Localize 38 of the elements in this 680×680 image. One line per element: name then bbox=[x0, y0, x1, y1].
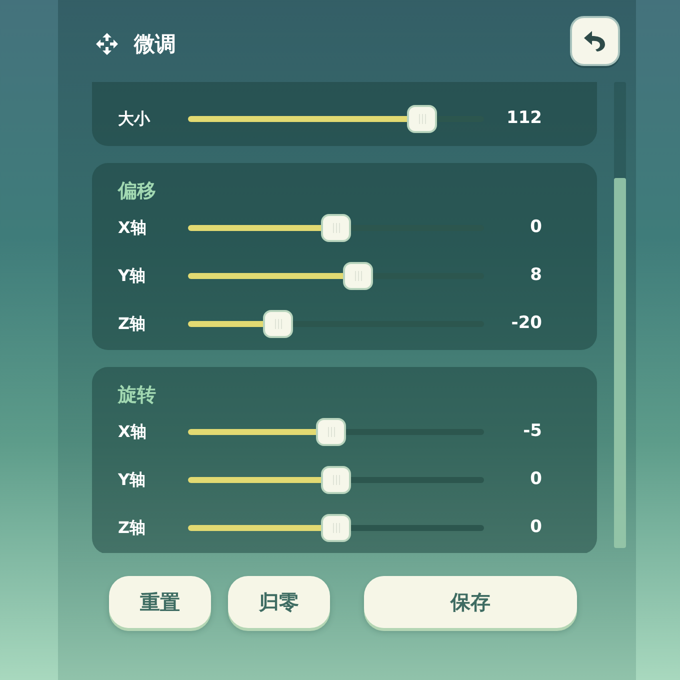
slider-track[interactable] bbox=[188, 104, 484, 134]
undo-arrow-icon bbox=[583, 30, 607, 52]
slider-thumb[interactable] bbox=[262, 310, 293, 338]
slider-value: 0 bbox=[529, 216, 542, 240]
slider-track[interactable] bbox=[188, 513, 484, 543]
action-button[interactable]: 保存 bbox=[364, 576, 577, 628]
slider-track[interactable] bbox=[188, 417, 484, 447]
move-arrows-icon bbox=[96, 33, 118, 55]
slider-value: -5 bbox=[522, 420, 542, 444]
slider-value: 112 bbox=[506, 107, 542, 130]
slider-label: X轴 bbox=[118, 217, 148, 239]
slider-label: X轴 bbox=[118, 421, 148, 443]
slider-thumb[interactable] bbox=[321, 466, 351, 494]
slider-thumb[interactable] bbox=[321, 214, 351, 242]
slider-thumb[interactable] bbox=[342, 262, 373, 290]
slider-label: Z轴 bbox=[118, 517, 147, 539]
slider-track[interactable] bbox=[188, 261, 484, 291]
slider-label: Z轴 bbox=[118, 313, 147, 335]
slider-label: 大小 bbox=[118, 108, 152, 130]
slider-label: Y轴 bbox=[118, 265, 147, 287]
slider-value: -20 bbox=[510, 312, 542, 336]
panel-title: 微调 bbox=[134, 34, 176, 54]
slider-value: 0 bbox=[529, 468, 542, 492]
slider-value: 8 bbox=[529, 264, 542, 288]
action-button[interactable]: 归零 bbox=[228, 576, 330, 628]
slider-track[interactable] bbox=[188, 465, 484, 495]
slider-value: 0 bbox=[529, 516, 542, 540]
section-title: 旋转 bbox=[118, 383, 157, 408]
slider-track[interactable] bbox=[188, 213, 484, 243]
slider-label: Y轴 bbox=[118, 469, 147, 491]
slider-thumb[interactable] bbox=[321, 514, 351, 542]
slider-track[interactable] bbox=[188, 309, 484, 339]
scrollbar-thumb[interactable] bbox=[614, 178, 626, 548]
action-button[interactable]: 重置 bbox=[109, 576, 211, 628]
slider-thumb[interactable] bbox=[406, 105, 437, 133]
back-button[interactable] bbox=[570, 16, 620, 66]
section-title: 偏移 bbox=[118, 179, 157, 204]
slider-thumb[interactable] bbox=[316, 418, 346, 446]
